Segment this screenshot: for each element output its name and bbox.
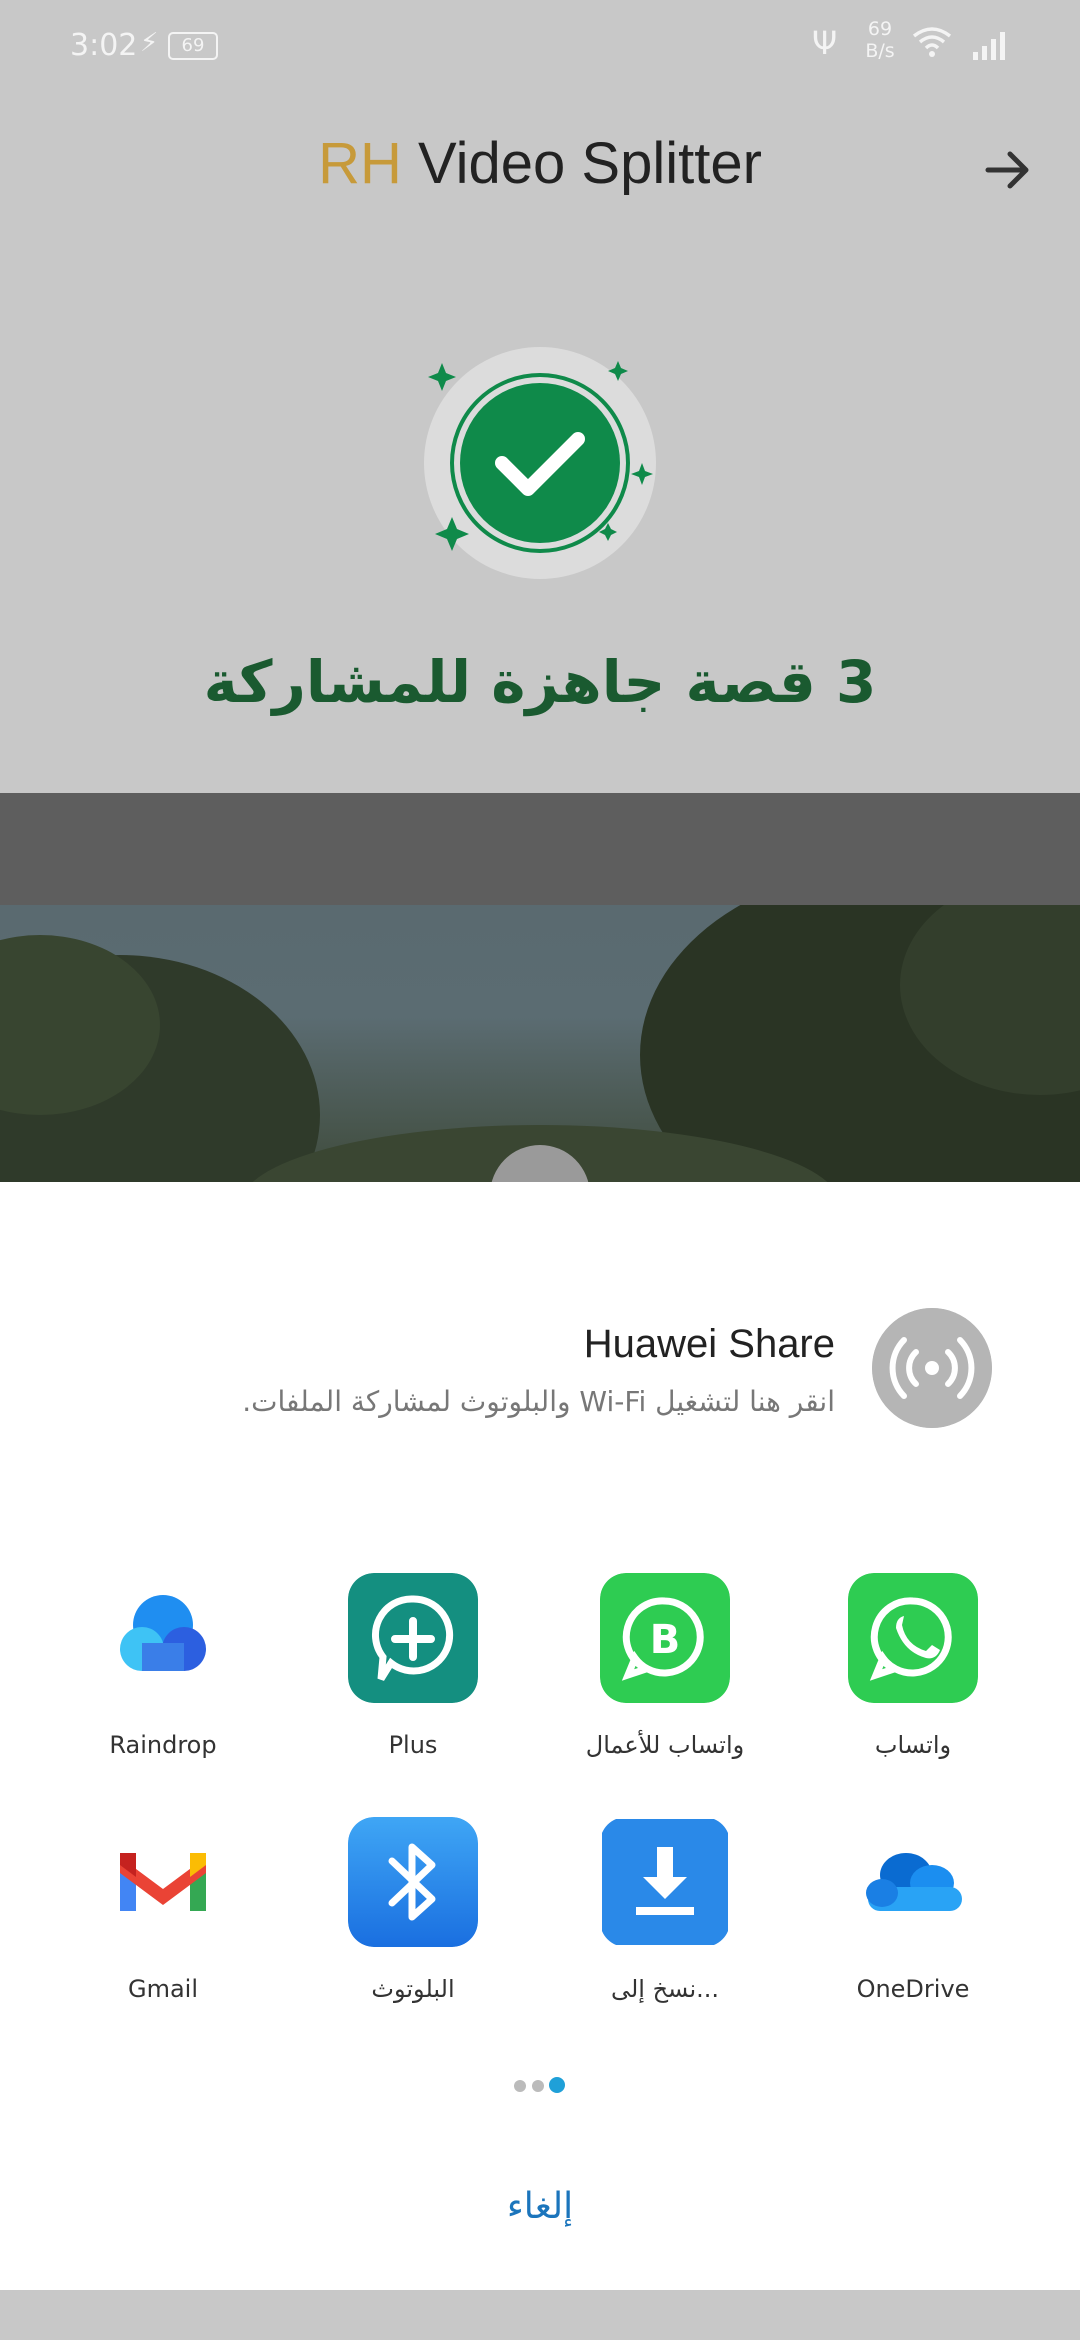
app-label: Plus — [388, 1731, 438, 1759]
app-label: نسخ إلى... — [610, 1975, 720, 2003]
page-indicator — [512, 2076, 572, 2096]
arrow-right-icon[interactable] — [978, 140, 1038, 200]
plus-messenger-icon — [348, 1573, 478, 1703]
usb-icon: Ψ — [812, 24, 838, 62]
share-app-copy-to[interactable]: نسخ إلى... — [555, 1817, 775, 2003]
share-app-whatsapp[interactable]: واتساب — [803, 1573, 1023, 1759]
bluetooth-icon — [348, 1817, 478, 1947]
copy-to-icon — [602, 1819, 728, 1945]
share-app-onedrive[interactable]: OneDrive — [803, 1817, 1023, 2003]
bottom-scrim — [0, 2290, 1080, 2340]
page-dot[interactable] — [532, 2080, 544, 2092]
page-dot-active[interactable] — [549, 2077, 565, 2093]
video-thumbnail — [0, 905, 1080, 1185]
net-speed-unit: B/s — [865, 40, 895, 62]
check-circle-icon — [424, 347, 656, 579]
whatsapp-business-icon: B — [600, 1573, 730, 1703]
status-time: 3:02 — [70, 28, 138, 63]
scrim-band — [0, 793, 1080, 905]
title-text: Video Splitter — [401, 131, 762, 196]
signal-icon — [973, 32, 1005, 60]
share-app-plus[interactable]: Plus — [303, 1573, 523, 1759]
page-dot[interactable] — [514, 2080, 526, 2092]
share-app-whatsapp-business[interactable]: B واتساب للأعمال — [555, 1573, 775, 1759]
share-app-bluetooth[interactable]: البلوتوث — [303, 1817, 523, 2003]
huawei-share-title[interactable]: Huawei Share — [584, 1322, 835, 1367]
network-speed: 69 B/s — [860, 18, 900, 62]
app-label: OneDrive — [856, 1975, 970, 2003]
wifi-icon — [912, 27, 952, 57]
app-label: Gmail — [127, 1975, 199, 2003]
cancel-button[interactable]: إلغاء — [440, 2186, 640, 2227]
charging-icon: ⚡ — [140, 28, 159, 58]
app-label: واتساب — [874, 1731, 952, 1759]
whatsapp-icon — [848, 1573, 978, 1703]
status-bar: 3:02 ⚡ 69 Ψ 69 B/s — [0, 0, 1080, 90]
app-label: واتساب للأعمال — [585, 1731, 745, 1759]
app-label: البلوتوث — [371, 1975, 455, 2003]
battery-indicator: 69 — [168, 32, 218, 60]
video-preview — [0, 905, 1080, 1185]
raindrop-icon — [120, 1595, 206, 1671]
brand-text: RH — [318, 131, 402, 196]
onedrive-icon — [866, 1853, 962, 1911]
svg-text:B: B — [650, 1617, 681, 1663]
ready-message: 3 قصة جاهزة للمشاركة — [203, 648, 877, 716]
app-label: Raindrop — [109, 1731, 217, 1759]
share-app-gmail[interactable]: Gmail — [53, 1817, 273, 2003]
gmail-icon — [120, 1853, 206, 1911]
share-app-raindrop[interactable]: Raindrop — [53, 1573, 273, 1759]
net-speed-value: 69 — [867, 18, 893, 40]
huawei-share-icon[interactable] — [872, 1308, 992, 1428]
huawei-share-subtitle[interactable]: انقر هنا لتشغيل Wi-Fi والبلوتوث لمشاركة … — [242, 1385, 835, 1418]
app-title: RH Video Splitter — [0, 130, 1080, 197]
